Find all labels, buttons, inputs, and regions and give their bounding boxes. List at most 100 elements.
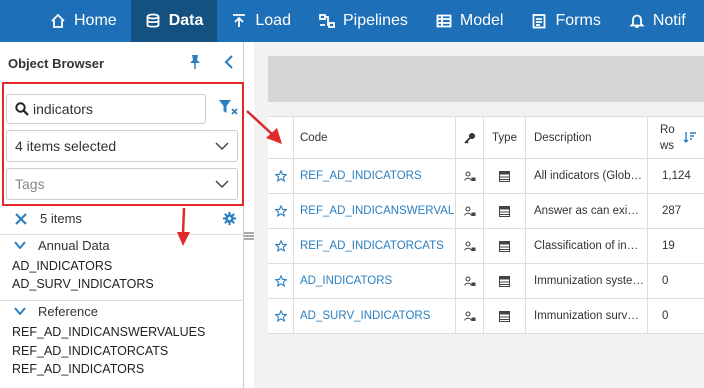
chevron-left-icon[interactable] xyxy=(222,54,236,70)
items-toolbar: 5 items xyxy=(0,206,244,234)
pin-icon[interactable] xyxy=(188,54,202,70)
code-link[interactable]: REF_AD_INDICATORS xyxy=(294,159,456,193)
description-cell: Answer as can exist in... xyxy=(526,194,648,228)
rows-cell: 19 xyxy=(662,240,675,252)
table-header: Code Type Description Rows xyxy=(268,117,704,159)
home-icon xyxy=(51,13,65,28)
description-cell: Immunization system ... xyxy=(526,264,648,298)
chevron-down-icon xyxy=(215,180,229,189)
user-lock-icon xyxy=(463,240,475,251)
top-nav: Home Data Load Pipelines Model Forms Not… xyxy=(0,0,704,42)
nav-data[interactable]: Data xyxy=(130,0,218,42)
rows-header-label: Rows xyxy=(660,124,675,152)
rows-cell: 0 xyxy=(662,310,669,322)
star-icon xyxy=(274,205,287,217)
search-field[interactable] xyxy=(6,94,206,124)
tree-item[interactable]: REF_AD_INDICANSWERVALUES xyxy=(12,325,205,339)
header-rows[interactable]: Rows xyxy=(648,117,704,158)
panel-title: Object Browser xyxy=(8,56,105,71)
selection-value: 4 items selected xyxy=(15,138,117,154)
chevron-down-icon xyxy=(215,142,229,151)
sort-desc-icon[interactable] xyxy=(683,131,697,143)
pipelines-icon xyxy=(319,14,335,28)
nav-load[interactable]: Load xyxy=(217,0,305,42)
bell-icon xyxy=(629,14,645,28)
close-icon[interactable] xyxy=(14,212,28,226)
star-icon xyxy=(274,275,287,287)
favorite-star[interactable] xyxy=(268,159,294,193)
table-icon xyxy=(499,275,510,287)
tree-item[interactable]: REF_AD_INDICATORS xyxy=(12,362,144,376)
user-lock-icon xyxy=(463,310,475,321)
type-cell xyxy=(484,159,526,193)
object-browser-panel: Object Browser 4 items selected Tags 5 i… xyxy=(0,42,244,388)
favorite-star[interactable] xyxy=(268,299,294,333)
tree-item[interactable]: AD_INDICATORS xyxy=(12,259,112,273)
favorite-star[interactable] xyxy=(268,194,294,228)
chevron-down-icon xyxy=(14,307,26,315)
favorite-star[interactable] xyxy=(268,229,294,263)
type-cell xyxy=(484,299,526,333)
nav-home[interactable]: Home xyxy=(0,0,131,42)
header-code[interactable]: Code xyxy=(294,117,456,158)
user-lock-icon xyxy=(463,170,475,181)
star-icon xyxy=(274,240,287,252)
star-icon xyxy=(274,310,287,322)
search-icon xyxy=(15,102,29,116)
settings-icon[interactable] xyxy=(222,211,237,226)
table-icon xyxy=(499,310,510,322)
description-cell: All indicators (Global ... xyxy=(526,159,648,193)
code-link[interactable]: REF_AD_INDICANSWERVAL... xyxy=(294,194,456,228)
user-lock-icon xyxy=(463,205,475,216)
objects-table: Code Type Description Rows REF_AD_INDICA… xyxy=(268,116,704,334)
description-cell: Immunization surveill... xyxy=(526,299,648,333)
star-icon xyxy=(274,170,287,182)
tags-dropdown[interactable]: Tags xyxy=(6,168,238,200)
nav-forms[interactable]: Forms xyxy=(517,0,614,42)
items-count: 5 items xyxy=(40,211,82,226)
header-key xyxy=(456,117,484,158)
rows-cell: 1,124 xyxy=(662,170,691,182)
header-type[interactable]: Type xyxy=(484,117,526,158)
forms-icon xyxy=(533,14,546,29)
code-link[interactable]: REF_AD_INDICATORCATS xyxy=(294,229,456,263)
code-link[interactable]: AD_SURV_INDICATORS xyxy=(294,299,456,333)
nav-pipelines[interactable]: Pipelines xyxy=(305,0,422,42)
tree-item[interactable]: REF_AD_INDICATORCATS xyxy=(12,344,168,358)
main-panel: Code Type Description Rows REF_AD_INDICA… xyxy=(254,42,704,388)
type-cell xyxy=(484,229,526,263)
rows-cell: 0 xyxy=(662,275,669,287)
rows-cell: 287 xyxy=(662,205,682,217)
type-cell xyxy=(484,264,526,298)
table-icon xyxy=(499,170,510,182)
group-reference[interactable]: Reference xyxy=(0,300,244,320)
header-description[interactable]: Description xyxy=(526,117,648,158)
tags-placeholder: Tags xyxy=(15,176,45,192)
table-row[interactable]: AD_SURV_INDICATORS Immunization surveill… xyxy=(268,299,704,334)
access-cell xyxy=(456,194,484,228)
key-icon xyxy=(463,132,475,144)
selection-dropdown[interactable]: 4 items selected xyxy=(6,130,238,162)
description-cell: Classification of indic... xyxy=(526,229,648,263)
access-cell xyxy=(456,159,484,193)
table-row[interactable]: REF_AD_INDICATORS All indicators (Global… xyxy=(268,159,704,194)
table-row[interactable]: REF_AD_INDICATORCATS Classification of i… xyxy=(268,229,704,264)
favorite-star[interactable] xyxy=(268,264,294,298)
resize-handle[interactable] xyxy=(244,232,254,240)
annotation-arrow-right xyxy=(246,110,282,144)
access-cell xyxy=(456,229,484,263)
nav-notif[interactable]: Notif xyxy=(615,0,700,42)
nav-model[interactable]: Model xyxy=(422,0,518,42)
code-link[interactable]: AD_INDICATORS xyxy=(294,264,456,298)
nav-settings[interactable] xyxy=(700,0,704,42)
table-row[interactable]: AD_INDICATORS Immunization system ... 0 xyxy=(268,264,704,299)
access-cell xyxy=(456,299,484,333)
group-annual-data[interactable]: Annual Data xyxy=(0,234,244,254)
table-icon xyxy=(499,240,510,252)
search-input[interactable] xyxy=(33,101,203,117)
tree-item[interactable]: AD_SURV_INDICATORS xyxy=(12,277,154,291)
table-row[interactable]: REF_AD_INDICANSWERVAL... Answer as can e… xyxy=(268,194,704,229)
type-cell xyxy=(484,194,526,228)
filter-clear-icon[interactable] xyxy=(218,98,238,116)
database-icon xyxy=(146,13,160,28)
